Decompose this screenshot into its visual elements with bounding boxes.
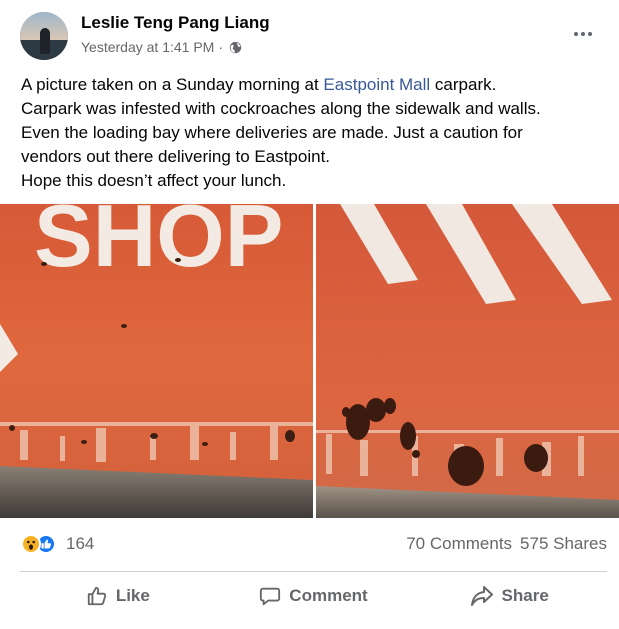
- comments-count[interactable]: 70 Comments: [406, 534, 512, 553]
- post-text-line-1: A picture taken on a Sunday morning at E…: [21, 75, 497, 94]
- meta-separator: ·: [218, 39, 224, 55]
- post-text-line-4: vendors out there delivering to Eastpoin…: [21, 147, 331, 166]
- share-icon: [470, 585, 494, 607]
- post-timestamp[interactable]: Yesterday at 1:41 PM: [81, 39, 214, 55]
- comment-label: Comment: [289, 586, 368, 605]
- share-label: Share: [501, 586, 549, 605]
- photo-grid: SHOP: [0, 204, 619, 518]
- reactions-summary[interactable]: 164: [21, 534, 94, 554]
- more-options-icon[interactable]: [568, 22, 598, 46]
- shop-sign-text: SHOP: [34, 204, 283, 285]
- like-icon: [86, 585, 108, 607]
- comment-button[interactable]: Comment: [216, 574, 412, 618]
- comment-icon: [259, 585, 281, 607]
- shares-count[interactable]: 575 Shares: [520, 534, 607, 553]
- share-button[interactable]: Share: [411, 574, 607, 618]
- post-actions: Like Comment Share: [20, 574, 607, 618]
- globe-icon: [229, 41, 242, 54]
- like-label: Like: [115, 586, 150, 605]
- post-text-line-5: Hope this doesn’t affect your lunch.: [21, 171, 287, 190]
- post-meta: Yesterday at 1:41 PM ·: [81, 39, 242, 55]
- reaction-count: 164: [66, 534, 95, 553]
- post-text-line-3: Even the loading bay where deliveries ar…: [21, 123, 523, 142]
- photo-right[interactable]: [316, 204, 619, 518]
- post-stats: 164 70 Comments 575 Shares: [0, 524, 619, 564]
- eastpoint-mall-link[interactable]: Eastpoint Mall: [323, 75, 430, 94]
- actions-divider: [20, 571, 607, 572]
- post-header: Leslie Teng Pang Liang Yesterday at 1:41…: [0, 0, 619, 66]
- post-text-line-2: Carpark was infested with cockroaches al…: [21, 99, 541, 118]
- like-button[interactable]: Like: [20, 574, 216, 618]
- author-name[interactable]: Leslie Teng Pang Liang: [81, 13, 270, 33]
- post-text: A picture taken on a Sunday morning at E…: [21, 73, 611, 193]
- comments-shares: 70 Comments 575 Shares: [406, 534, 607, 554]
- photo-left[interactable]: SHOP: [0, 204, 313, 518]
- wow-reaction-icon: [21, 534, 41, 554]
- avatar[interactable]: [20, 12, 68, 60]
